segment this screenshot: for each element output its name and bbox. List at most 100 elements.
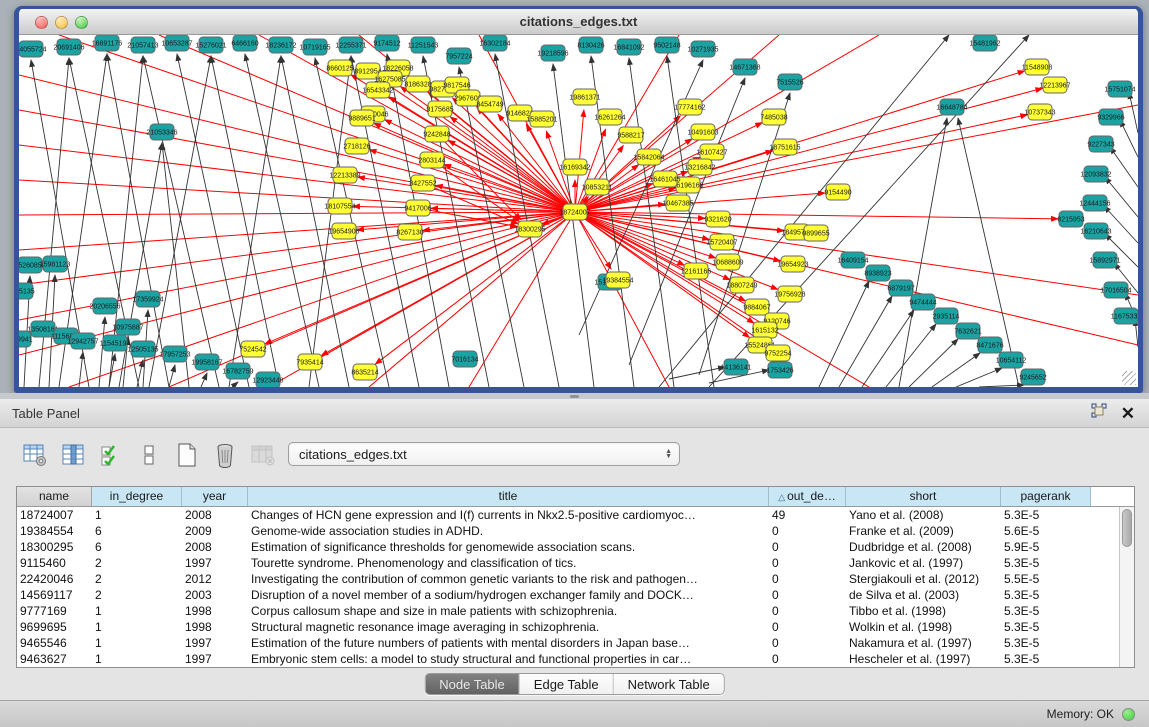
graph-node-label: 21053346 [146, 130, 177, 137]
graph-node-label: 8471676 [976, 343, 1003, 350]
cell-out_degree: 0 [769, 651, 846, 667]
cell-in_degree: 1 [92, 635, 182, 651]
column-header-out_degree[interactable]: △out_de… [769, 487, 846, 506]
table-mode-icon[interactable] [22, 442, 48, 468]
cell-out_degree: 0 [769, 635, 846, 651]
node-table: namein_degreeyeartitle△out_de…shortpager… [16, 486, 1135, 668]
close-panel-icon[interactable]: ✕ [1121, 405, 1135, 422]
table-row[interactable]: 969969511998Structural magnetic resonanc… [17, 619, 1134, 635]
resize-grip-icon[interactable] [1122, 371, 1136, 385]
float-panel-icon[interactable] [1091, 403, 1107, 423]
cell-pagerank: 5.6E-5 [1001, 523, 1091, 539]
cell-pagerank: 5.3E-5 [1001, 635, 1091, 651]
graph-node-label: 8938923 [864, 271, 891, 278]
graph-node-label: 16648784 [936, 105, 967, 112]
graph-node-label: 10688609 [712, 260, 743, 267]
table-row[interactable]: 2242004622012Investigating the contribut… [17, 571, 1134, 587]
graph-node-label: 12942757 [67, 339, 98, 346]
graph-node-label: 17016504 [1100, 288, 1131, 295]
delete-column-icon[interactable] [212, 442, 238, 468]
tab-node-table[interactable]: Node Table [425, 674, 520, 694]
cell-year: 1998 [182, 603, 248, 619]
table-row[interactable]: 911546021997Tourette syndrome. Phenomeno… [17, 555, 1134, 571]
graph-node-label: 8427552 [409, 181, 436, 188]
cell-short: Jankovic et al. (1997) [846, 555, 1001, 571]
select-all-icon[interactable] [98, 442, 124, 468]
table-row[interactable]: 1938455462009Genome-wide association stu… [17, 523, 1134, 539]
graph-node-label: 9899655 [802, 231, 829, 238]
table-row[interactable]: 1872400712008Changes of HCN gene express… [17, 507, 1134, 523]
graph-node-label: 16210643 [1080, 229, 1111, 236]
status-bar: Memory: OK [0, 700, 1149, 727]
column-header-name[interactable]: name [17, 487, 92, 506]
table-row[interactable]: 977716911998Corpus callosum shape and si… [17, 603, 1134, 619]
graph-node-label: 16409154 [837, 258, 868, 265]
column-header-short[interactable]: short [846, 487, 1001, 506]
window-titlebar[interactable]: citations_edges.txt [19, 9, 1138, 35]
table-panel-header: Table Panel ✕ [0, 399, 1149, 428]
graph-node-label: 7935414 [296, 360, 323, 367]
graph-node-label: 7515526 [776, 80, 803, 87]
graph-node-label: 2935114 [933, 314, 960, 321]
new-table-icon[interactable] [174, 442, 200, 468]
cell-year: 2008 [182, 507, 248, 523]
graph-node-label: 19654908 [328, 229, 359, 236]
graph-node-label: 18724007 [559, 210, 590, 217]
graph-node-label: 8215953 [1057, 217, 1084, 224]
table-select-dropdown[interactable]: citations_edges.txt ▲▼ [288, 442, 680, 466]
graph-node-label: 17957253 [159, 352, 190, 359]
cell-out_degree: 0 [769, 619, 846, 635]
splitter-grip-icon[interactable] [570, 395, 579, 398]
vertical-scrollbar[interactable] [1119, 507, 1134, 667]
column-header-in_degree[interactable]: in_degree [92, 487, 182, 506]
graph-node-label: 10719165 [299, 45, 330, 52]
cell-title: Structural magnetic resonance image aver… [248, 619, 769, 635]
graph-node-label: 10467385 [662, 201, 693, 208]
graph-node-label: 11545194 [100, 341, 131, 348]
graph-node-label: 15892971 [1089, 258, 1120, 265]
cell-name: 9465546 [17, 635, 92, 651]
column-header-title[interactable]: title [248, 487, 769, 506]
graph-node-label: 18300295 [514, 227, 545, 234]
scrollbar-thumb[interactable] [1122, 509, 1132, 547]
network-canvas[interactable]: 2405572420691406168911762105741310653287… [19, 35, 1138, 387]
graph-node-label: 9817546 [443, 83, 470, 90]
table-row[interactable]: 1456911722003Disruption of a novel membe… [17, 587, 1134, 603]
rows-icon[interactable] [136, 442, 162, 468]
column-header-pagerank[interactable]: pagerank [1001, 487, 1091, 506]
table-row[interactable]: 1830029562008Estimation of significance … [17, 539, 1134, 555]
cell-year: 2003 [182, 587, 248, 603]
header-filler [1091, 487, 1134, 506]
graph-node-label: 20691406 [53, 45, 84, 52]
graph-node-label: 10737343 [1024, 110, 1055, 117]
graph-node-label: 12213389 [329, 173, 360, 180]
table-row[interactable]: 946554611997Estimation of the future num… [17, 635, 1134, 651]
graph-node-label: 15751074 [1104, 87, 1135, 94]
graph-node-label: 8635214 [351, 370, 378, 377]
graph-node-label: 18107554 [324, 204, 355, 211]
graph-node-label: 6879197 [887, 286, 914, 293]
cell-pagerank: 5.3E-5 [1001, 619, 1091, 635]
graph-node-label: 16302184 [479, 41, 510, 48]
graph-node-label: 10653287 [161, 41, 192, 48]
table-header-row: namein_degreeyeartitle△out_de…shortpager… [17, 487, 1134, 507]
tab-network-table[interactable]: Network Table [614, 674, 724, 694]
cell-title: Tourette syndrome. Phenomenology and cla… [248, 555, 769, 571]
cell-in_degree: 1 [92, 619, 182, 635]
cell-pagerank: 5.3E-5 [1001, 651, 1091, 667]
graph-node-label: 7632621 [954, 329, 981, 336]
cell-out_degree: 0 [769, 603, 846, 619]
column-header-year[interactable]: year [182, 487, 248, 506]
graph-node-label: 15981123 [40, 262, 71, 269]
table-row[interactable]: 946362711997Embryonic stem cells: a mode… [17, 651, 1134, 667]
show-column-icon[interactable] [60, 442, 86, 468]
dropdown-stepper-icon: ▲▼ [665, 449, 672, 459]
cell-name: 19384554 [17, 523, 92, 539]
graph-node-label: 9329966 [1097, 115, 1124, 122]
cell-short: de Silva et al. (2003) [846, 587, 1001, 603]
citation-network-graph[interactable]: 2405572420691406168911762105741310653287… [19, 35, 1138, 387]
graph-node-label: 12444156 [1079, 201, 1110, 208]
tab-edge-table[interactable]: Edge Table [520, 674, 614, 694]
cell-title: Embryonic stem cells: a model to study s… [248, 651, 769, 667]
graph-node-label: 17359924 [132, 297, 163, 304]
